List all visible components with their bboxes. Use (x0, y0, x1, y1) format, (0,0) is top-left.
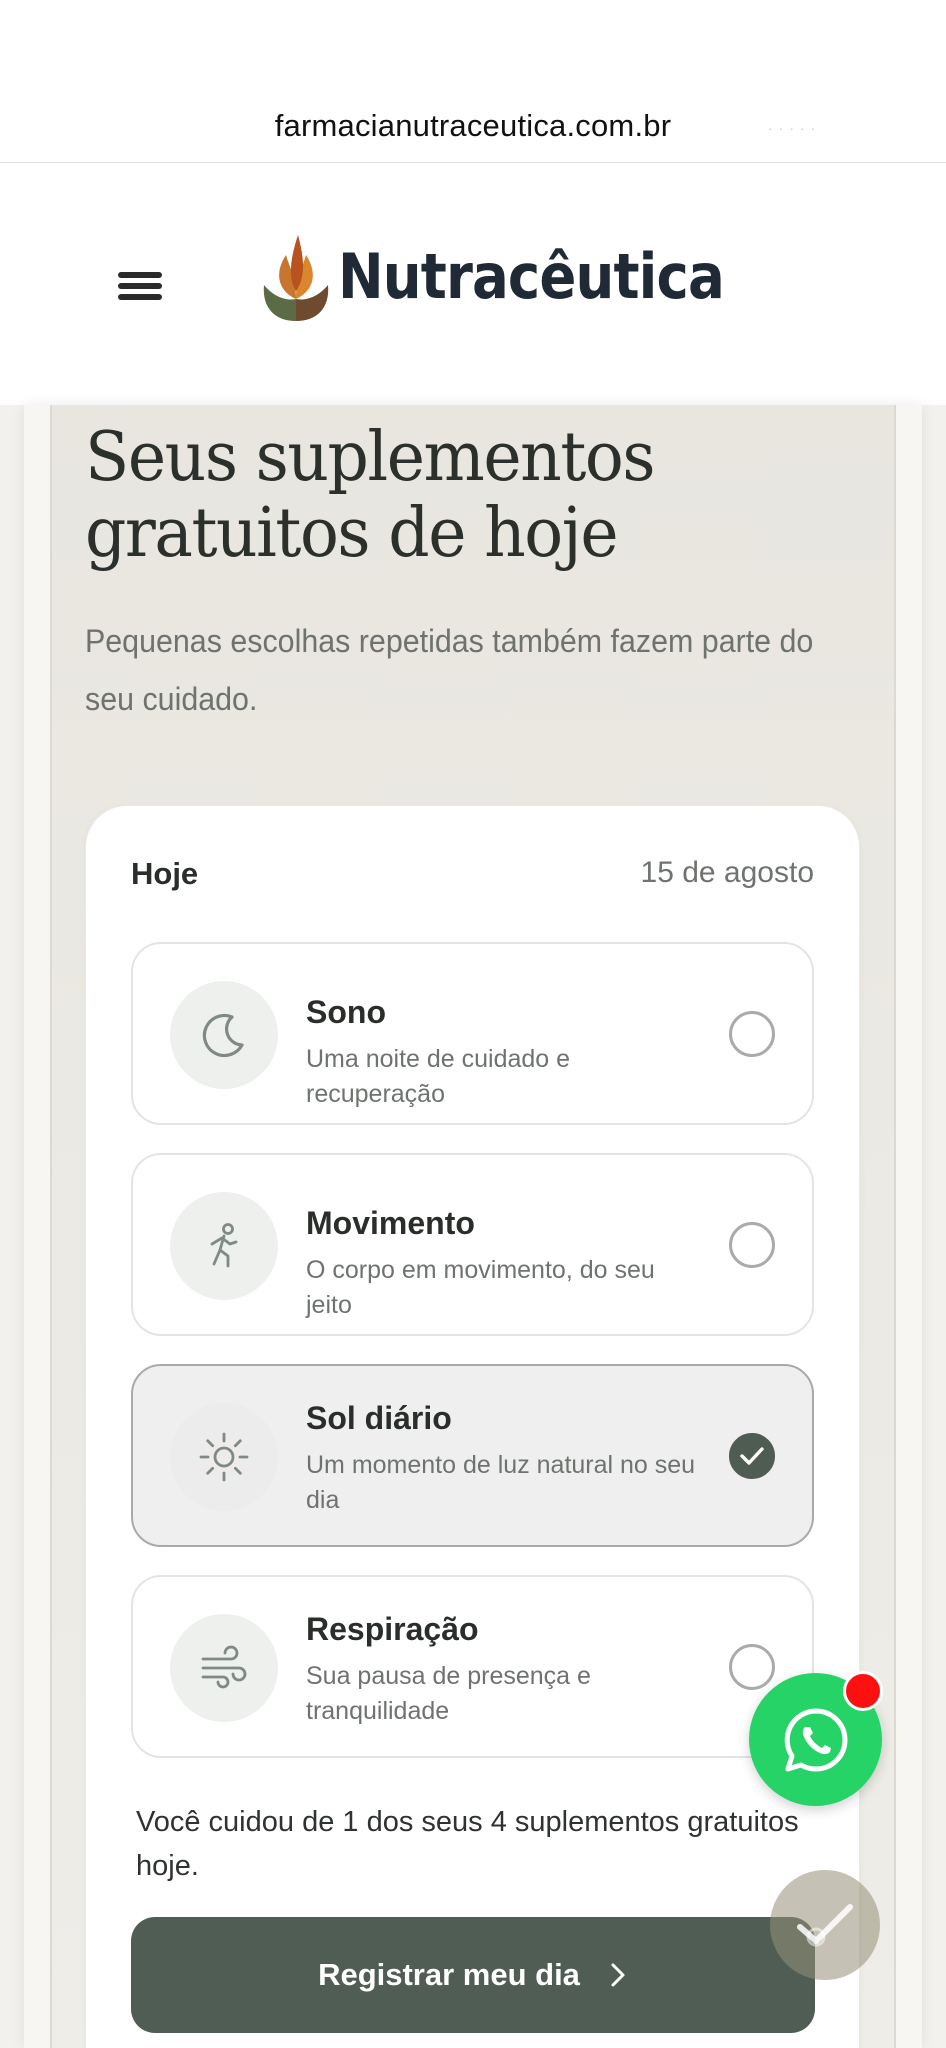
habit-description: Uma noite de cuidado e recuperação (306, 1045, 571, 1108)
check-icon (797, 1904, 853, 1947)
habit-checkbox[interactable] (729, 1222, 775, 1268)
habit-title: Sol diário (306, 1400, 452, 1436)
page-title: Seus suplementos gratuitos de hoje (85, 420, 826, 572)
menu-icon[interactable] (114, 266, 166, 306)
habit-item-movimento[interactable]: Movimento O corpo em movimento, do seu j… (131, 1153, 814, 1336)
page-title-line-1: Seus suplementos (85, 418, 656, 497)
page-subtitle: Pequenas escolhas repetidas também fazem… (85, 612, 845, 728)
card-date: 15 de agosto (640, 856, 814, 889)
register-day-button[interactable]: Registrar meu dia (131, 1917, 815, 2033)
whatsapp-icon (784, 1708, 847, 1772)
page-subtitle-line-1: Pequenas escolhas repetidas também fazem… (85, 623, 814, 659)
leaf-logo-icon (263, 234, 329, 321)
habit-item-sol-diario[interactable]: Sol diário Um momento de luz natural no … (131, 1364, 814, 1547)
sun-icon (170, 1403, 278, 1511)
check-icon (740, 1447, 764, 1465)
habit-description-line-1: Um momento de luz natural no seu (306, 1451, 696, 1479)
progress-summary-line-2: hoje. (136, 1850, 199, 1882)
habit-title: Sono (306, 994, 386, 1030)
chevron-right-icon (611, 1963, 625, 1987)
page-subtitle-line-2: seu cuidado. (85, 681, 258, 717)
brand-logo[interactable]: Nutracêutica (256, 226, 777, 326)
card-title: Hoje (131, 856, 199, 891)
running-person-icon (170, 1192, 278, 1300)
habit-description: Sua pausa de presença e tranquilidade (306, 1659, 706, 1729)
habit-description-line-2: tranquilidade (306, 1697, 450, 1725)
habit-checkbox-checked[interactable] (729, 1433, 775, 1479)
site-header: Nutracêutica (0, 163, 946, 405)
notification-badge (843, 1671, 883, 1711)
brand-name: Nutracêutica (338, 239, 725, 313)
moon-icon (170, 981, 278, 1089)
browser-url-bar[interactable]: farmacianutraceutica.com.br ····· (0, 0, 946, 163)
habit-description: Um momento de luz natural no seu dia (306, 1448, 706, 1518)
habit-item-sono[interactable]: Sono Uma noite de cuidado e recuperação (131, 942, 814, 1125)
progress-summary-line-1: Você cuidou de 1 dos seus 4 suplementos … (136, 1806, 799, 1838)
habit-description-line-2: dia (306, 1486, 340, 1514)
progress-summary: Você cuidou de 1 dos seus 4 suplementos … (136, 1800, 816, 1888)
register-day-label: Registrar meu dia (318, 1957, 580, 1992)
habit-title: Respiração (306, 1611, 479, 1647)
habit-description: O corpo em movimento, do seu jeito (306, 1256, 655, 1319)
habit-checkbox[interactable] (729, 1644, 775, 1690)
wind-icon (170, 1614, 278, 1722)
habit-item-respiracao[interactable]: Respiração Sua pausa de presença e tranq… (131, 1575, 814, 1758)
habit-title: Movimento (306, 1205, 475, 1241)
floating-check-button[interactable] (770, 1870, 880, 1980)
loading-dots: ····· (768, 120, 822, 136)
habit-description-line-1: Sua pausa de presença e (306, 1662, 591, 1690)
page-title-line-2: gratuitos de hoje (85, 494, 619, 573)
habit-checkbox[interactable] (729, 1011, 775, 1057)
